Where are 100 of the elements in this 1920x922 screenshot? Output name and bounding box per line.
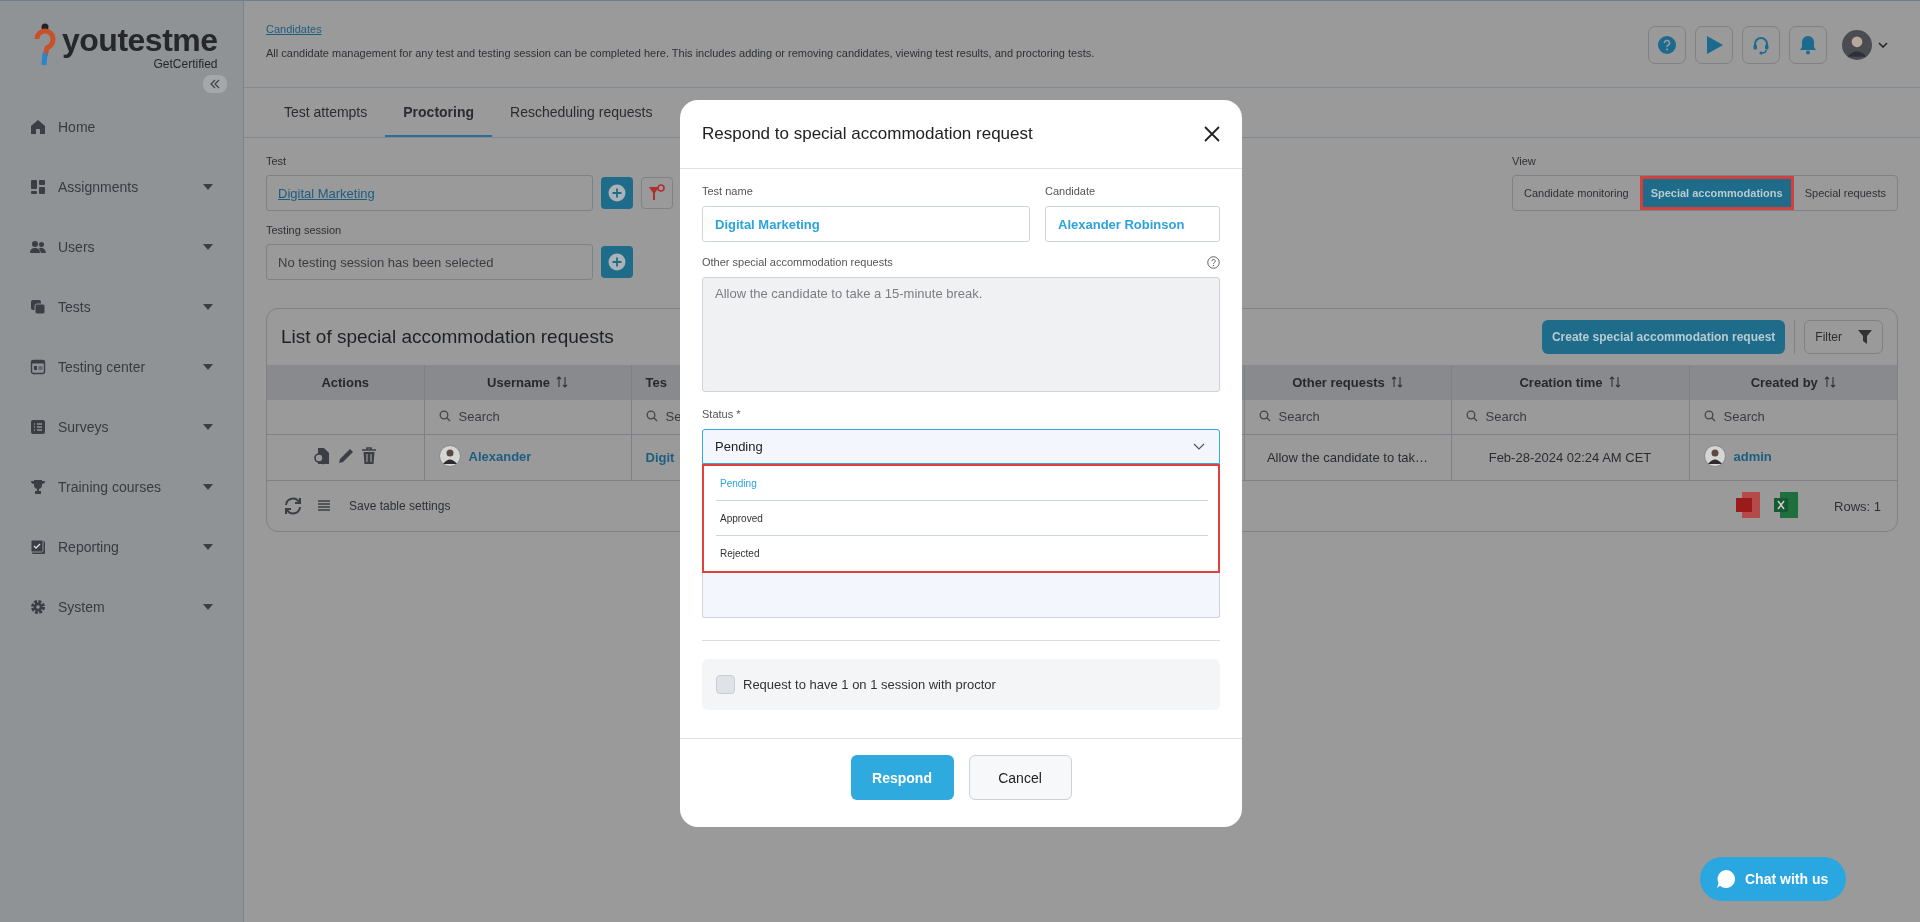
text-area: Allow the candidate to take a 15-minute break.: [702, 277, 1220, 392]
play-icon: [1704, 35, 1724, 55]
sidebar-item[interactable]: Tests: [0, 277, 243, 337]
view-toggle[interactable]: Special requests: [1793, 176, 1897, 210]
column-header[interactable]: Other requests: [1244, 365, 1451, 400]
view-toggle[interactable]: Special accommodations: [1639, 176, 1794, 210]
gear-icon: [30, 599, 46, 615]
candidate-field[interactable]: Alexander Robinson: [1045, 206, 1220, 242]
checkbox[interactable]: [716, 675, 735, 694]
field-label: Testing session: [266, 224, 343, 236]
dropdown-option[interactable]: Pending: [716, 466, 1208, 501]
users-icon: [30, 239, 46, 255]
create-request-button[interactable]: Create special accommodation request: [1541, 320, 1786, 354]
page-description: All candidate management for any test and testing session can be completed here. This includes adding or removing candidates, viewing test results, and proctoring tests.: [266, 47, 1095, 59]
help-button[interactable]: [1648, 26, 1686, 64]
search-field[interactable]: Se: [645, 408, 682, 424]
dashboard-icon: [30, 179, 46, 195]
column-header[interactable]: Created by: [1689, 365, 1897, 400]
dropdown-option[interactable]: Rejected: [716, 536, 1208, 571]
sidebar-item[interactable]: Users: [0, 217, 243, 277]
sidebar-item[interactable]: System: [0, 577, 243, 637]
test-link[interactable]: Digit: [645, 450, 675, 465]
support-button[interactable]: [1742, 26, 1780, 64]
sidebar-item[interactable]: Assignments: [0, 157, 243, 217]
user-link[interactable]: Alexander: [468, 448, 532, 464]
sidebar-item[interactable]: Surveys: [0, 397, 243, 457]
status-select[interactable]: Pending: [702, 429, 1220, 464]
tab[interactable]: Proctoring: [385, 88, 493, 137]
caret-icon: [203, 484, 213, 490]
delete-icon[interactable]: [361, 447, 378, 465]
help-icon[interactable]: [1207, 256, 1220, 269]
trophy-icon: [30, 479, 46, 495]
copies-icon: [30, 299, 46, 315]
play-button[interactable]: [1695, 26, 1733, 64]
user-link[interactable]: admin: [1733, 448, 1772, 464]
funnel-icon: [1858, 330, 1872, 344]
filter-button[interactable]: Filter: [1804, 320, 1883, 354]
pdf-icon[interactable]: [1736, 492, 1761, 520]
add-button[interactable]: [601, 246, 633, 278]
testing-session-field[interactable]: No testing session has been selected: [266, 244, 593, 280]
checkbox-label: Request to have 1 on 1 session with proctor: [743, 677, 996, 692]
sort-icon: [555, 376, 568, 388]
search-field[interactable]: Search: [1703, 408, 1765, 424]
chevron-icon: [1878, 42, 1888, 48]
avatar-icon: [438, 445, 461, 467]
search-icon: [1258, 410, 1271, 423]
sort-icon: [1390, 376, 1403, 388]
caret-icon: [203, 184, 213, 190]
avatar-icon: [1842, 30, 1872, 60]
document-search-icon[interactable]: [313, 447, 332, 465]
field-label: Other special accommodation requests: [702, 256, 893, 268]
avatar-icon: [1703, 445, 1726, 467]
checklist-icon: [30, 539, 46, 555]
test-field[interactable]: Digital Marketing: [266, 175, 593, 211]
cancel-button[interactable]: Cancel: [968, 755, 1072, 800]
field-label: Test name: [702, 185, 754, 197]
refresh-icon[interactable]: [283, 496, 303, 516]
close-icon[interactable]: [1204, 126, 1220, 142]
field-label: Candidate: [1045, 185, 1097, 197]
sort-icon: [1823, 376, 1836, 388]
search-icon: [1703, 410, 1716, 423]
add-button[interactable]: [601, 177, 633, 209]
list-icon: [317, 499, 331, 513]
view-toggle[interactable]: Candidate monitoring: [1513, 176, 1640, 210]
respond-button[interactable]: Respond: [850, 755, 954, 800]
table-cell: Allow the candidate to tak…: [1266, 450, 1429, 465]
dropdown-option[interactable]: Approved: [716, 501, 1208, 536]
collapse-button[interactable]: [203, 75, 227, 93]
search-field[interactable]: Search: [1258, 408, 1320, 424]
sidebar-item[interactable]: Reporting: [0, 517, 243, 577]
caret-icon: [203, 244, 213, 250]
clear-filter-button[interactable]: [641, 177, 673, 209]
test-name-field[interactable]: Digital Marketing: [702, 206, 1030, 242]
column-header[interactable]: Creation time: [1451, 365, 1689, 400]
funnel-remove-icon: [648, 184, 666, 202]
sidebar-item[interactable]: Home: [0, 97, 243, 157]
notifications-button[interactable]: [1789, 26, 1827, 64]
help-icon: [1657, 35, 1677, 55]
calendar-icon: [30, 359, 46, 375]
excel-icon[interactable]: [1774, 492, 1799, 520]
chat-button[interactable]: Chat with us: [1700, 857, 1847, 901]
caret-icon: [203, 604, 213, 610]
search-field[interactable]: Search: [1465, 408, 1527, 424]
sidebar-item[interactable]: Training courses: [0, 457, 243, 517]
tab[interactable]: Test attempts: [266, 88, 386, 137]
save-settings-button[interactable]: Save table settings: [345, 499, 451, 513]
caret-icon: [203, 424, 213, 430]
sidebar-item[interactable]: Testing center: [0, 337, 243, 397]
breadcrumb-link[interactable]: Candidates: [266, 23, 1095, 35]
column-header[interactable]: Actions: [267, 365, 424, 400]
search-field[interactable]: Search: [438, 408, 500, 424]
caret-icon: [203, 304, 213, 310]
tab[interactable]: Rescheduling requests: [492, 88, 671, 137]
search-icon: [1465, 410, 1478, 423]
headset-icon: [1751, 35, 1771, 55]
logo-tagline: GetCertified: [153, 57, 218, 71]
user-menu[interactable]: [1842, 30, 1888, 60]
double-chevron-icon: [209, 79, 221, 89]
edit-icon[interactable]: [337, 447, 356, 465]
column-header[interactable]: Username: [424, 365, 631, 400]
